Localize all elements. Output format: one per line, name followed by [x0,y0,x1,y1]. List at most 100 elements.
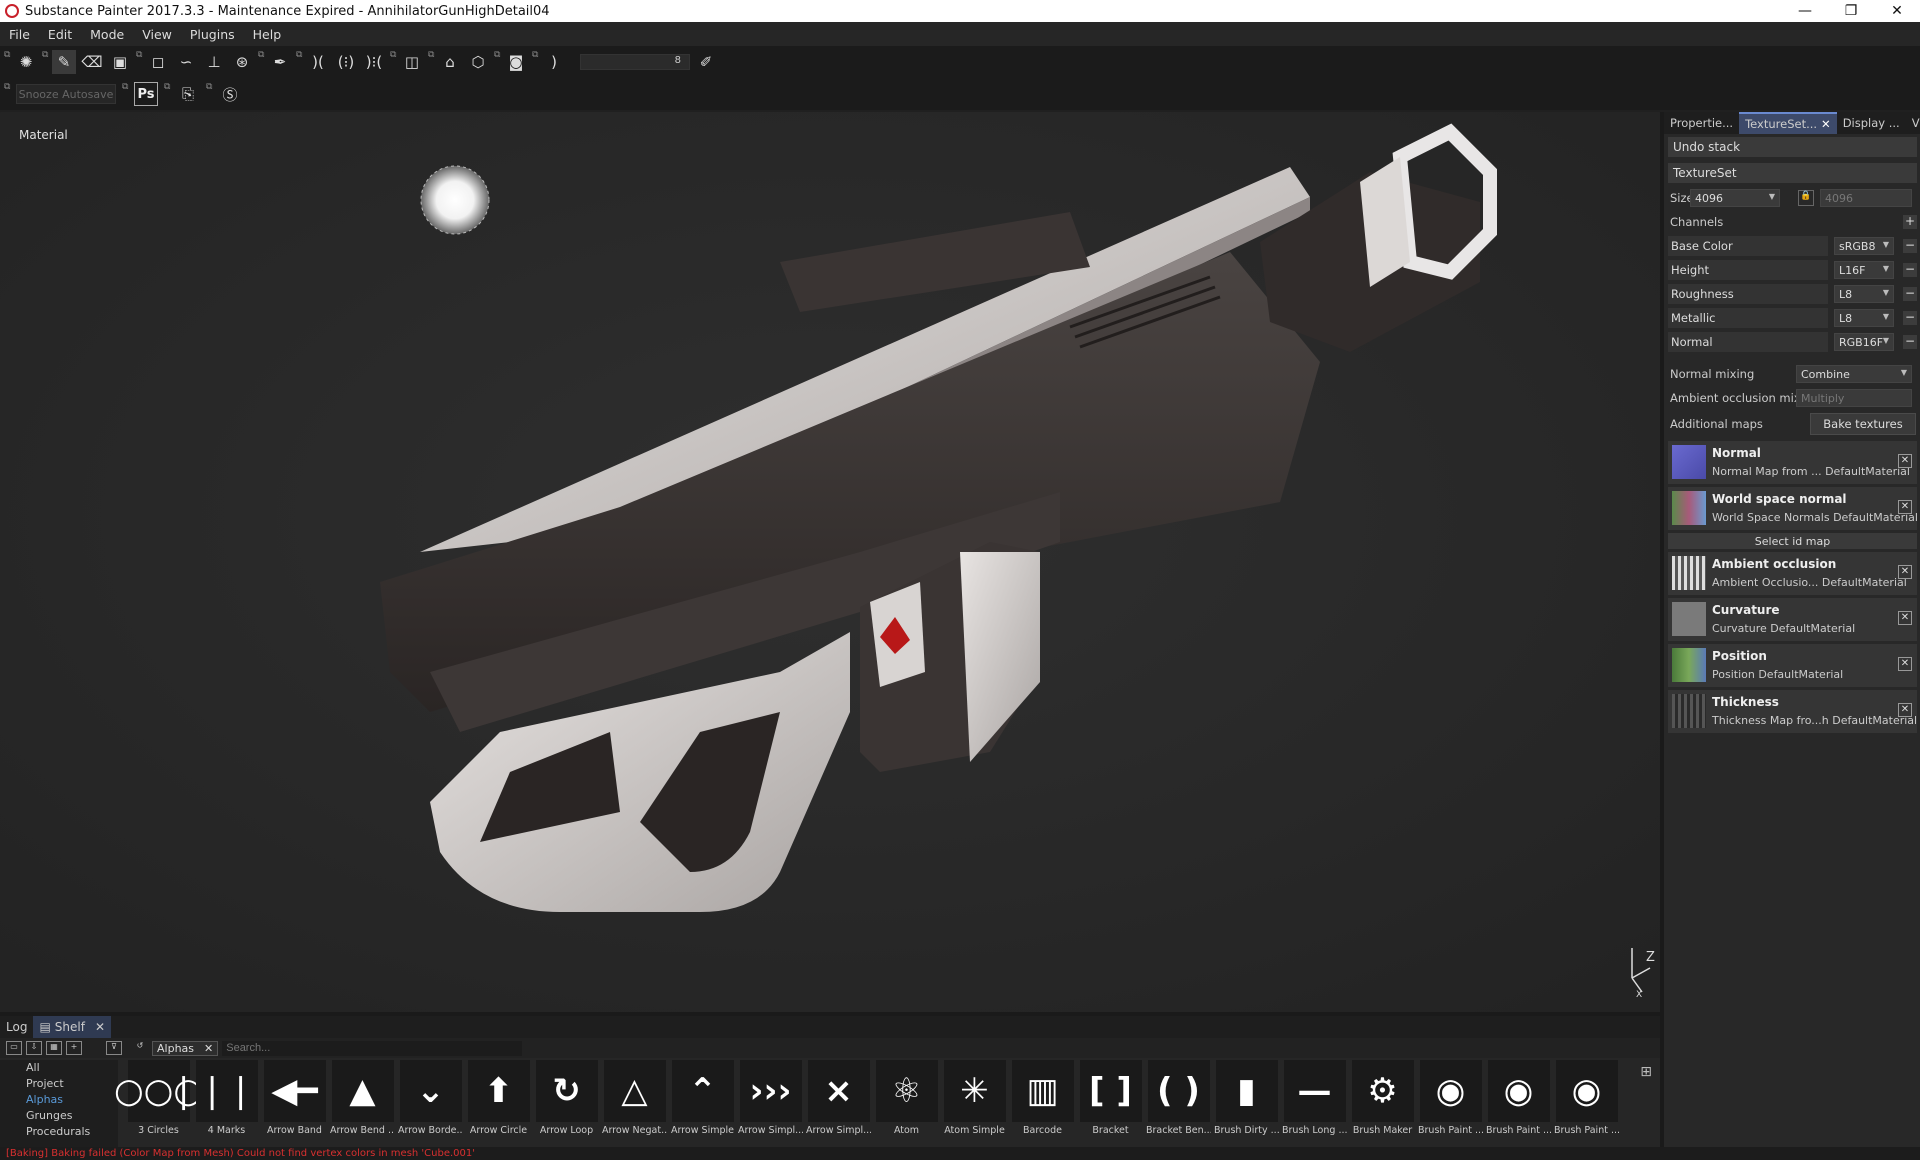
bake-textures-button[interactable]: Bake textures [1810,413,1916,435]
eyedropper-icon[interactable]: ✒ [268,50,292,74]
channel-name[interactable]: Height [1668,260,1828,280]
remove-channel-button[interactable]: − [1903,311,1917,325]
symmetry-icon[interactable]: )( [306,50,330,74]
toolbar-popout-icon[interactable]: ⧉ [390,50,396,74]
reset-icon[interactable]: ↺ [132,1041,148,1055]
remove-map-icon[interactable]: ✕ [1898,454,1912,468]
shelf-item[interactable]: ( ) Bracket Ben... [1146,1060,1211,1147]
shelf-item[interactable]: ››› Arrow Simpl... [738,1060,803,1147]
save-icon[interactable]: ▦ [46,1041,62,1055]
baked-map-item[interactable]: Thickness Thickness Map fro...h DefaultM… [1668,690,1917,733]
shelf-search-input[interactable] [222,1040,523,1056]
category-grunges[interactable]: Grunges [0,1108,118,1124]
shelf-item[interactable]: ⌄ Arrow Borde... [398,1060,463,1147]
menu-view[interactable]: View [133,27,181,42]
channel-name[interactable]: Metallic [1668,308,1828,328]
filter-tag[interactable]: Alphas ✕ [152,1040,219,1056]
toolbar-popout-icon[interactable]: ⧉ [206,82,212,106]
channel-format-dropdown[interactable]: L16F ▼ [1834,261,1894,279]
add-channel-button[interactable]: + [1903,215,1917,229]
toolbar-popout-icon[interactable]: ⧉ [4,82,10,106]
baked-map-item[interactable]: Ambient occlusion Ambient Occlusio... De… [1668,552,1917,595]
baked-map-item[interactable]: World space normal World Space Normals D… [1668,487,1918,530]
shelf-item[interactable]: ▮ Brush Dirty ... [1214,1060,1279,1147]
toolbar-popout-icon[interactable]: ⧉ [136,50,142,74]
remove-map-icon[interactable]: ✕ [1898,703,1912,717]
edit-size-icon[interactable]: ✐ [694,50,718,74]
close-icon[interactable]: ✕ [204,1042,213,1055]
iray-icon[interactable]: ) [542,50,566,74]
texture-set-header[interactable]: TextureSet [1668,163,1917,183]
toolbar-popout-icon[interactable]: ⧉ [532,50,538,74]
channel-format-dropdown[interactable]: sRGB8 ▼ [1834,237,1894,255]
close-button[interactable]: ✕ [1874,3,1920,19]
material-picker-icon[interactable]: ⊛ [230,50,254,74]
paint-brush-icon[interactable]: ✎ [52,50,76,74]
remove-map-icon[interactable]: ✕ [1898,565,1912,579]
tab-viewer[interactable]: Viewer [1906,116,1920,130]
shelf-item[interactable]: ⚙ Brush Maker [1350,1060,1415,1147]
shelf-item[interactable]: ↻ Arrow Loop [534,1060,599,1147]
tool-size-field[interactable]: 8 [580,54,690,70]
toolbar-popout-icon[interactable]: ⧉ [296,50,302,74]
toolbar-popout-icon[interactable]: ⧉ [428,50,434,74]
category-procedurals[interactable]: Procedurals [0,1124,118,1140]
baked-map-item[interactable]: Position Position DefaultMaterial ✕ [1668,644,1917,687]
lock-icon[interactable]: 🔒 [1798,190,1814,206]
minimize-button[interactable]: — [1782,3,1828,19]
cube-view-icon[interactable]: ⬡ [466,50,490,74]
tab-log[interactable]: Log [0,1020,33,1034]
toolbar-popout-icon[interactable]: ⧉ [122,82,128,106]
view-2d-icon[interactable]: ◫ [400,50,424,74]
tab-display[interactable]: Display ... [1837,116,1906,130]
folder-icon[interactable]: ▭ [6,1041,22,1055]
shelf-item[interactable]: ✳ Atom Simple [942,1060,1007,1147]
tab-properties[interactable]: Propertie... [1664,116,1739,130]
shelf-item[interactable]: △ Arrow Negat... [602,1060,667,1147]
menu-edit[interactable]: Edit [39,27,81,42]
filter-icon[interactable]: ⊽ [106,1041,122,1055]
menu-help[interactable]: Help [244,27,291,42]
remove-channel-button[interactable]: − [1903,239,1917,253]
export-icon[interactable]: ⎘ [176,82,200,106]
screenshot-icon[interactable]: ◙ [504,50,528,74]
projection-icon[interactable]: ▣ [108,50,132,74]
shelf-item[interactable]: ◀━ Arrow Band [262,1060,327,1147]
baked-map-item[interactable]: Normal Normal Map from ... DefaultMateri… [1668,441,1917,484]
remove-map-icon[interactable]: ✕ [1898,611,1912,625]
substance-share-icon[interactable]: Ⓢ [218,82,242,106]
channel-name[interactable]: Base Color [1668,236,1828,256]
baked-map-item[interactable]: Curvature Curvature DefaultMaterial ✕ [1668,598,1917,641]
channel-name[interactable]: Roughness [1668,284,1828,304]
shelf-item[interactable]: ❘❘❘❘ 4 Marks [170,1060,283,1147]
tab-shelf[interactable]: ▤ Shelf ✕ [33,1016,112,1038]
remove-channel-button[interactable]: − [1903,263,1917,277]
toolbar-popout-icon[interactable]: ⧉ [4,50,10,74]
remove-channel-button[interactable]: − [1903,287,1917,301]
remove-map-icon[interactable]: ✕ [1898,500,1912,514]
grid-view-icon[interactable]: ⊞ [1640,1064,1652,1080]
toolbar-popout-icon[interactable]: ⧉ [258,50,264,74]
photoshop-export-button[interactable]: Ps [134,82,158,106]
shelf-item[interactable]: ⨯ Arrow Simpl... [806,1060,871,1147]
shelf-item[interactable]: ⚛ Atom [874,1060,939,1147]
shelf-item[interactable]: — Brush Long ... [1282,1060,1347,1147]
maximize-button[interactable]: ❐ [1828,3,1874,19]
shelf-item[interactable]: ◉ Brush Paint ... [1486,1060,1551,1147]
size-dropdown[interactable]: 4096 ▼ [1690,189,1780,207]
symmetry-y-icon[interactable]: )⁝( [362,50,386,74]
undo-stack-header[interactable]: Undo stack [1668,137,1917,157]
shelf-item[interactable]: ⬆ Arrow Circle [466,1060,531,1147]
symmetry-x-icon[interactable]: (⁝) [334,50,358,74]
toolbar-popout-icon[interactable]: ⧉ [164,82,170,106]
new-icon[interactable]: + [66,1041,82,1055]
close-tab-icon[interactable]: ✕ [85,1020,105,1034]
channel-format-dropdown[interactable]: RGB16F ▼ [1834,333,1894,351]
menu-plugins[interactable]: Plugins [181,27,244,42]
3d-viewport[interactable]: Material Z X [0,112,1660,1012]
remove-channel-button[interactable]: − [1903,335,1917,349]
normal-mixing-dropdown[interactable]: Combine ▼ [1796,365,1912,383]
category-project[interactable]: Project [0,1076,118,1092]
smudge-icon[interactable]: ∽ [174,50,198,74]
clone-stamp-icon[interactable]: ⊥ [202,50,226,74]
